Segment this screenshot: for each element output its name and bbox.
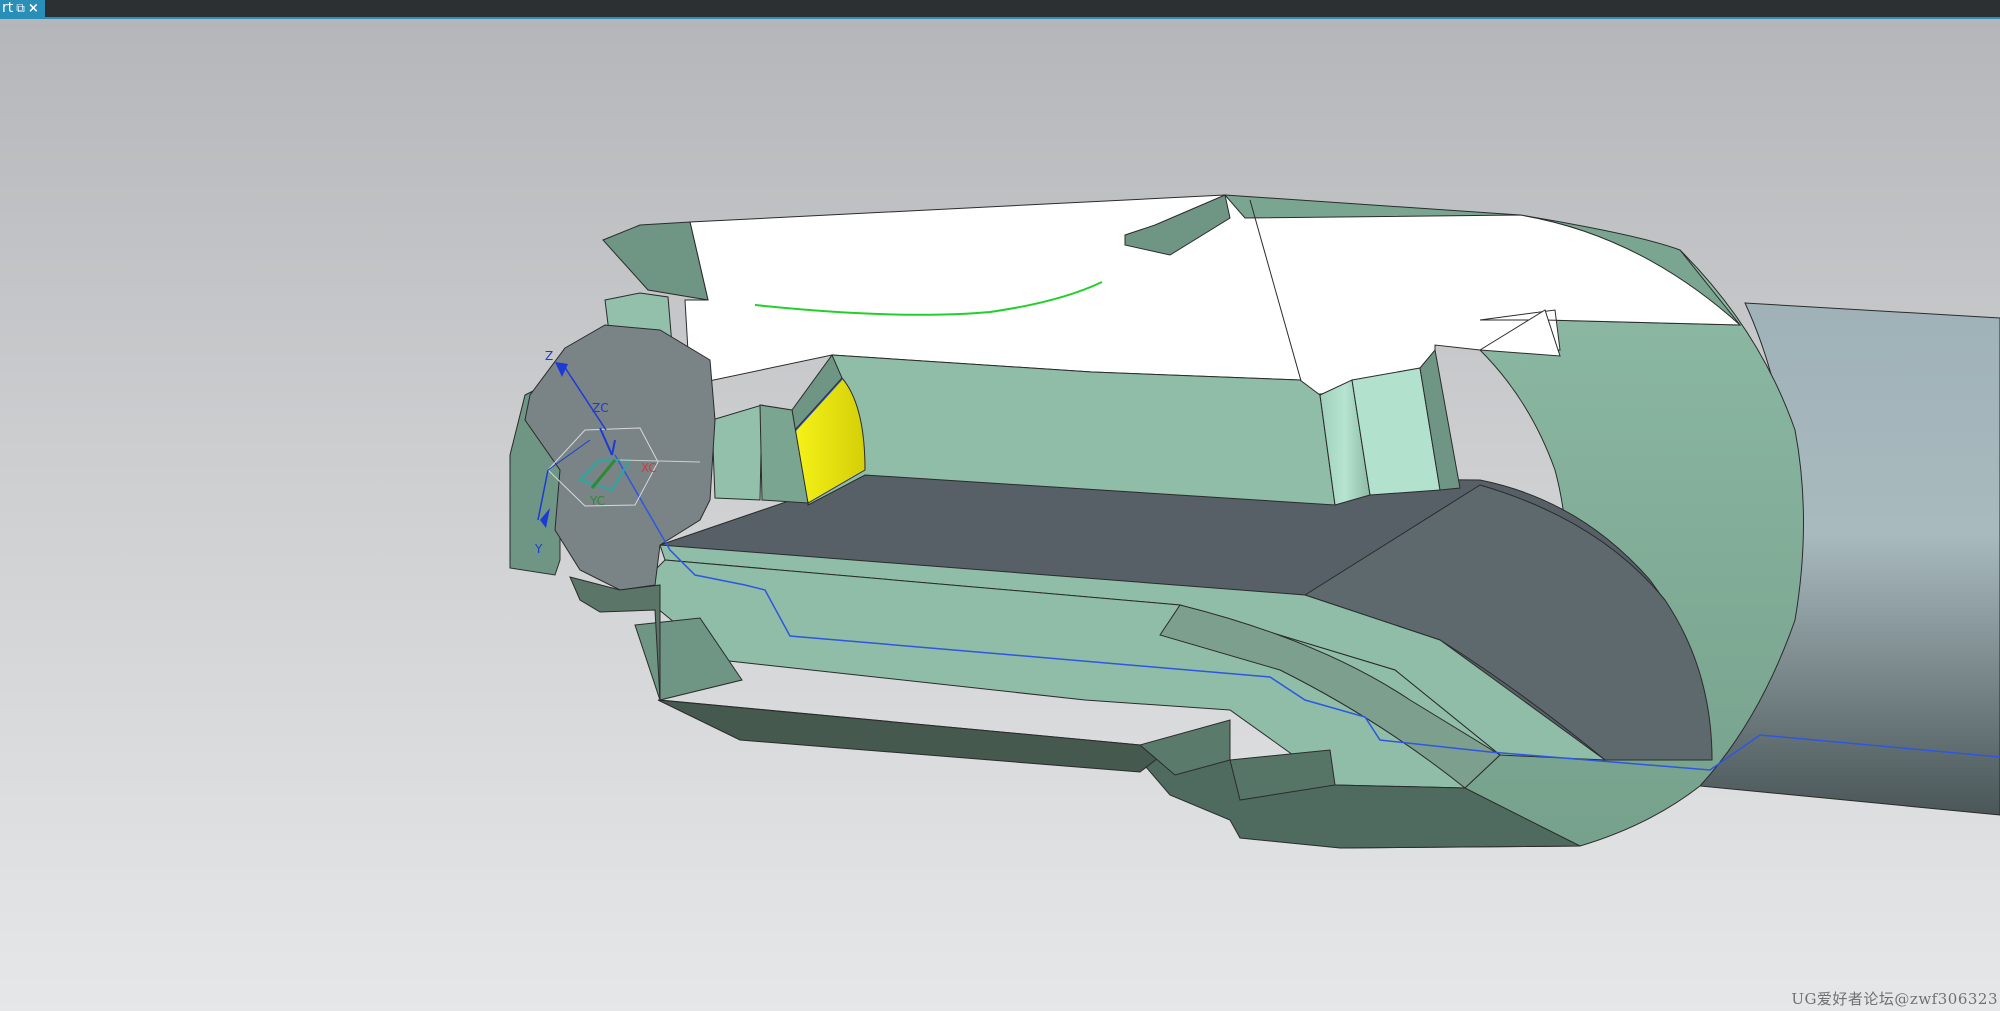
title-bar: rt ⧉ ×: [0, 0, 2000, 19]
left-collar-top: [602, 221, 709, 301]
axis-y-label: Y: [534, 542, 543, 556]
axis-xc-label: XC: [641, 461, 657, 475]
watermark: UG爱好者论坛@zwf306323: [1791, 990, 1998, 1008]
tab-label: rt: [2, 0, 14, 16]
graphics-viewport[interactable]: Z ZC XC YC Y: [0, 19, 2000, 1011]
lower-outer-bottom: [657, 699, 1177, 773]
restore-window-icon[interactable]: ⧉: [16, 0, 25, 17]
axis-yc-label: YC: [589, 494, 605, 508]
axis-z-label: Z: [545, 349, 553, 363]
collar-step-a: [711, 404, 763, 501]
document-tab[interactable]: rt ⧉ ×: [0, 0, 45, 17]
model-canvas[interactable]: Z ZC XC YC Y: [0, 19, 2000, 1011]
close-tab-icon[interactable]: ×: [28, 0, 39, 17]
axis-zc-label: ZC: [592, 401, 609, 415]
